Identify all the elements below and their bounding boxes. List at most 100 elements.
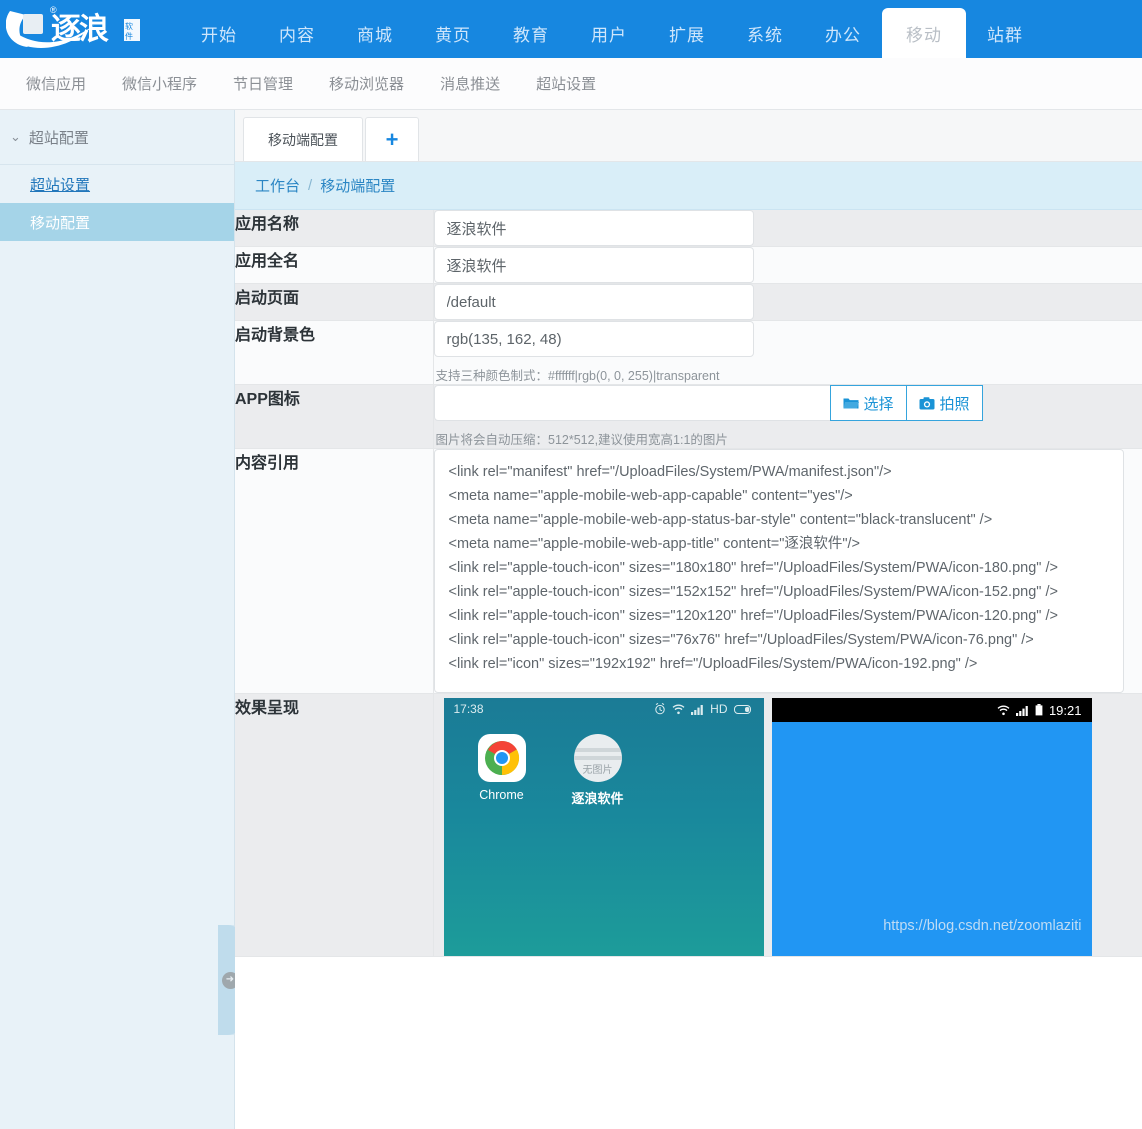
form-label-splash-color: 启动背景色: [235, 320, 434, 385]
nav-item-system[interactable]: 系统: [726, 8, 804, 58]
tab-mobile-config[interactable]: 移动端配置: [243, 117, 363, 161]
subnav-item-message-push[interactable]: 消息推送: [422, 73, 518, 94]
sidebar-item-supersite-settings[interactable]: 超站设置: [0, 165, 234, 203]
nav-item-yellowpages[interactable]: 黄页: [414, 8, 492, 58]
choose-file-label: 选择: [863, 395, 894, 413]
form-row-app-fullname: 应用全名: [235, 246, 1142, 284]
logo-mark: ® 逐浪 软 件: [6, 5, 140, 48]
wifi-icon: [672, 704, 685, 714]
code-line: <link rel="apple-touch-icon" sizes="76x7…: [448, 632, 1034, 648]
sidebar-group-label: 超站配置: [28, 129, 89, 147]
form-label-start-page: 启动页面: [235, 283, 434, 321]
wifi-icon: [997, 705, 1010, 715]
nav-item-mobile[interactable]: 移动: [882, 8, 966, 58]
form-row-start-page: 启动页面: [235, 283, 1142, 321]
signal-icon: [691, 704, 703, 715]
code-line: <meta name="apple-mobile-web-app-capable…: [448, 488, 853, 504]
phone2-status-bar: 19:21: [771, 698, 1092, 722]
subnav-item-mobile-browser[interactable]: 移动浏览器: [311, 73, 422, 94]
mobile-config-form: 应用名称 应用全名 启动页面: [235, 210, 1142, 957]
code-line: <meta name="apple-mobile-web-app-status-…: [448, 512, 993, 528]
watermark-url: https://blog.csdn.net/zoomlaziti: [883, 918, 1082, 934]
content-reference-textarea[interactable]: <link rel="manifest" href="/UploadFiles/…: [433, 449, 1124, 693]
phone1-clock: 17:38: [453, 702, 484, 716]
page-body: ⌄ 超站配置 超站设置 移动配置 ➜ 移动端配置 + 工作台 / 移动端配置 应…: [0, 110, 1142, 1129]
subnav-item-supersite-settings[interactable]: 超站设置: [518, 73, 614, 94]
code-line: <link rel="apple-touch-icon" sizes="180x…: [448, 560, 1058, 576]
choose-file-button[interactable]: 选择: [829, 385, 907, 421]
nav-item-office[interactable]: 办公: [804, 8, 882, 58]
phone1-app-grid: Chrome 无图片 逐浪软件: [444, 720, 764, 807]
phone1-app-label: 逐浪软件: [571, 791, 624, 806]
no-image-label: 无图片: [582, 765, 613, 776]
brand-logo[interactable]: ® 逐浪 软 件: [0, 0, 180, 58]
sidebar-group-supersite-config[interactable]: ⌄ 超站配置: [0, 110, 234, 165]
code-line: <meta name="apple-mobile-web-app-title" …: [448, 536, 860, 552]
code-line: <link rel="apple-touch-icon" sizes="120x…: [448, 608, 1058, 624]
take-photo-label: 拍照: [939, 395, 970, 413]
phone1-network-label: HD: [710, 702, 728, 716]
phone1-app-zhulang[interactable]: 无图片 逐浪软件: [562, 734, 634, 807]
nav-item-education[interactable]: 教育: [492, 8, 570, 58]
nav-item-extension[interactable]: 扩展: [648, 8, 726, 58]
nav-item-mall[interactable]: 商城: [336, 8, 414, 58]
svg-text:件: 件: [125, 31, 133, 41]
app-name-input[interactable]: [433, 210, 754, 246]
camera-icon: [919, 396, 935, 409]
preview-gallery: 17:38 HD Chrome 无图片 逐浪软件 19:21 https://b…: [443, 696, 1142, 956]
breadcrumb: 工作台 / 移动端配置: [235, 162, 1142, 210]
main-menu: 开始 内容 商城 黄页 教育 用户 扩展 系统 办公 移动 站群: [180, 0, 1142, 58]
chevron-down-icon: ⌄: [10, 129, 21, 144]
phone1-status-bar: 17:38 HD: [444, 698, 764, 720]
no-image-icon: 无图片: [573, 734, 622, 782]
nav-item-start[interactable]: 开始: [180, 8, 258, 58]
breadcrumb-separator: /: [308, 177, 313, 194]
form-row-app-name: 应用名称: [235, 210, 1142, 247]
battery-icon: [1035, 704, 1043, 716]
chrome-icon: [477, 734, 526, 782]
breadcrumb-root[interactable]: 工作台: [255, 175, 300, 196]
sidebar-item-mobile-config[interactable]: 移动配置: [0, 203, 234, 241]
app-icon-input[interactable]: [433, 385, 831, 421]
subnav-item-wechat-miniprogram[interactable]: 微信小程序: [104, 73, 215, 94]
app-icon-controls: 选择 拍照: [433, 385, 1142, 421]
alarm-icon: [655, 703, 665, 715]
form-label-app-name: 应用名称: [235, 210, 434, 247]
subnav-item-wechat-app[interactable]: 微信应用: [8, 73, 104, 94]
code-line: <link rel="icon" sizes="192x192" href="/…: [448, 656, 978, 672]
main-content: 移动端配置 + 工作台 / 移动端配置 应用名称 应用全名: [235, 110, 1142, 1129]
nav-item-user[interactable]: 用户: [570, 8, 648, 58]
signal-icon: [1015, 705, 1028, 716]
preview-phone-splash: 19:21 https://blog.csdn.net/zoomlaziti: [771, 698, 1092, 956]
form-label-preview: 效果呈现: [235, 693, 434, 957]
add-tab-button[interactable]: +: [365, 117, 419, 161]
phone1-app-label: Chrome: [479, 788, 524, 802]
sidebar: ⌄ 超站配置 超站设置 移动配置 ➜: [0, 110, 242, 1129]
form-row-preview: 效果呈现 17:38 HD Chrome 无图片 逐浪软件 19:21 http…: [235, 693, 1142, 957]
splash-color-input[interactable]: [433, 321, 754, 357]
nav-item-content[interactable]: 内容: [258, 8, 336, 58]
code-line: <link rel="manifest" href="/UploadFiles/…: [448, 464, 892, 480]
form-label-app-icon: APP图标: [235, 384, 434, 449]
app-fullname-input[interactable]: [433, 247, 754, 283]
phone2-clock: 19:21: [1048, 702, 1082, 718]
splash-color-hint: 支持三种颜色制式：#ffffff|rgb(0, 0, 255)|transpar…: [435, 369, 720, 383]
take-photo-button[interactable]: 拍照: [905, 385, 983, 421]
svg-text:软: 软: [125, 21, 133, 31]
breadcrumb-current: 移动端配置: [320, 178, 396, 195]
phone1-app-chrome[interactable]: Chrome: [466, 734, 538, 807]
top-navigation-bar: ® 逐浪 软 件 开始 内容 商城 黄页 教育 用户 扩展 系统 办公 移动 站…: [0, 0, 1142, 58]
preview-phone-homescreen: 17:38 HD Chrome 无图片 逐浪软件: [443, 698, 764, 956]
subnav-item-holiday-management[interactable]: 节日管理: [215, 73, 311, 94]
battery-icon: [733, 704, 751, 714]
form-label-content-reference: 内容引用: [235, 448, 434, 694]
form-row-app-icon: APP图标 选择 拍照 图片将会自动压缩：512*512,建议使用宽高1:1的图…: [235, 384, 1142, 449]
nav-item-sitegroup[interactable]: 站群: [966, 8, 1044, 58]
svg-text:逐浪: 逐浪: [51, 12, 109, 46]
start-page-input[interactable]: [433, 284, 754, 320]
form-label-app-fullname: 应用全名: [235, 246, 434, 284]
code-line: <link rel="apple-touch-icon" sizes="152x…: [448, 584, 1058, 600]
app-icon-hint: 图片将会自动压缩：512*512,建议使用宽高1:1的图片: [435, 433, 728, 447]
folder-open-icon: [843, 398, 859, 408]
form-row-content-reference: 内容引用 <link rel="manifest" href="/UploadF…: [235, 448, 1142, 694]
